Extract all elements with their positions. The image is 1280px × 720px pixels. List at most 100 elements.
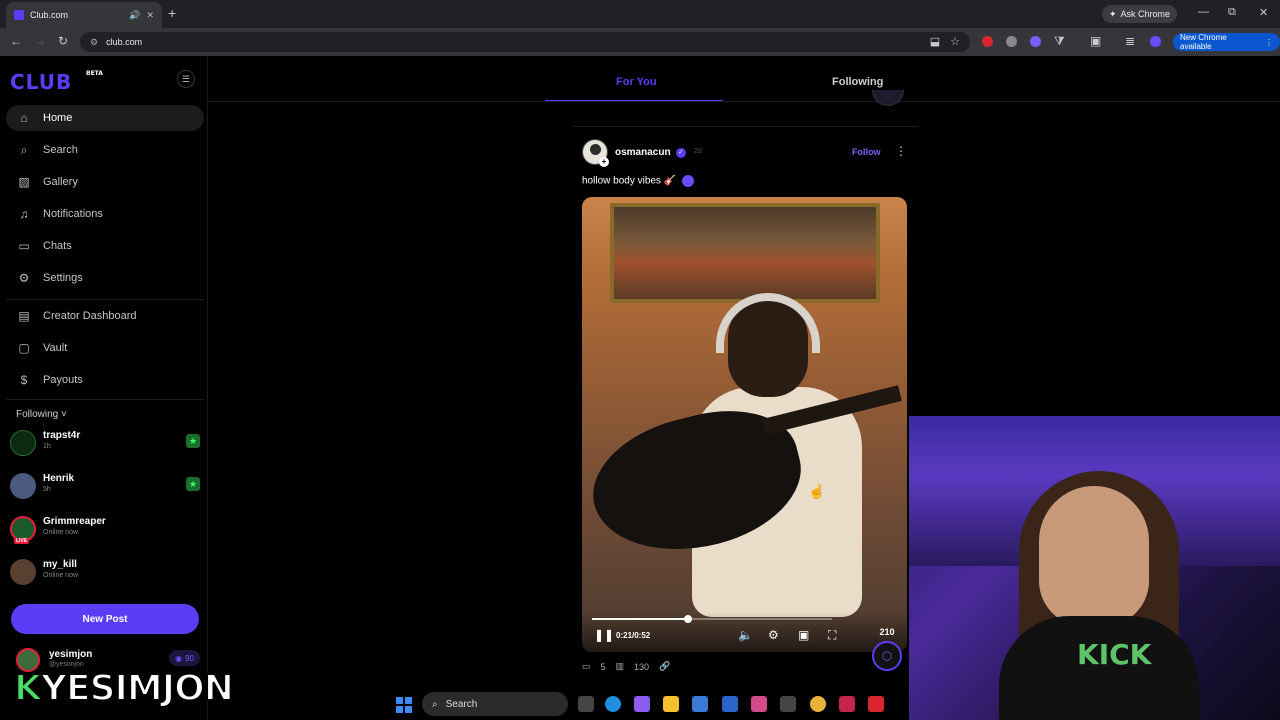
back-icon[interactable]: ← <box>10 34 22 48</box>
like-bubble[interactable]: 210 ⬡ <box>869 627 905 671</box>
nav-label: Payouts <box>43 374 83 386</box>
club-favicon <box>14 10 24 20</box>
post-author-name[interactable]: osmanacun <box>615 147 671 158</box>
points-badge[interactable]: ◉ 90 <box>169 650 200 666</box>
address-bar[interactable]: ⚙ club.com ⬓ ☆ <box>80 32 970 52</box>
settings-gear-icon[interactable]: ⚙ <box>768 628 779 642</box>
nav-home[interactable]: ⌂ Home <box>6 105 204 131</box>
post-video[interactable]: ☝ ❚❚ 0:21/0:52 🔈 ⚙ ▣ ⛶ <box>582 197 907 652</box>
reading-list-icon[interactable]: ≣ <box>1125 34 1135 48</box>
dashboard-icon: ▤ <box>18 309 30 323</box>
store-icon[interactable] <box>692 696 708 712</box>
following-user-henrik[interactable]: Henrik 5h ★ <box>10 469 200 505</box>
sidepanel-icon[interactable]: ▣ <box>1090 34 1101 48</box>
nav-chats[interactable]: ▭ Chats <box>6 233 204 259</box>
ask-chrome-button[interactable]: ✦ Ask Chrome <box>1102 5 1178 23</box>
kebab-menu-icon: ⋮ <box>1265 37 1273 47</box>
nav-label: Chats <box>43 240 72 252</box>
fullscreen-icon[interactable]: ⛶ <box>828 628 836 643</box>
new-chrome-available-button[interactable]: New Chrome available ⋮ <box>1173 33 1280 51</box>
office-icon[interactable] <box>751 696 767 712</box>
webcam-face <box>1039 486 1149 626</box>
windows-taskbar: ⌕ Search <box>0 688 909 720</box>
streamer-webcam: KICK <box>909 416 1280 720</box>
tab-audio-icon[interactable]: 🔊 <box>129 10 140 21</box>
tab-for-you[interactable]: For You <box>616 76 657 88</box>
app-icon[interactable] <box>780 696 796 712</box>
nav-vault[interactable]: ▢ Vault <box>6 335 204 361</box>
forward-icon[interactable]: → <box>34 34 46 48</box>
following-user-status: 5h <box>43 486 51 493</box>
bookmark-star-icon[interactable]: ☆ <box>950 35 960 48</box>
following-section-toggle[interactable]: Following ˅ <box>16 409 67 420</box>
following-user-status: Online now <box>43 572 79 579</box>
nav-label: Creator Dashboard <box>43 310 137 322</box>
windows-start-icon[interactable] <box>396 697 412 713</box>
site-info-icon[interactable]: ⚙ <box>90 37 98 48</box>
share-link-icon[interactable]: 🔗 <box>659 661 670 672</box>
video-time: 0:21/0:52 <box>616 631 651 640</box>
chrome-icon[interactable] <box>810 696 826 712</box>
following-user-my-kill[interactable]: my_kill Online now <box>10 555 200 591</box>
tab-close-icon[interactable]: ✕ <box>146 10 154 21</box>
new-tab-button[interactable]: + <box>168 5 176 21</box>
extension-red-icon[interactable] <box>982 36 993 47</box>
tabs-divider <box>208 101 1280 102</box>
comment-icon[interactable]: ▭ <box>582 661 591 672</box>
hand-cursor-icon: ☝ <box>808 483 826 499</box>
nav-label: Vault <box>43 342 68 354</box>
picture-in-picture-icon[interactable]: ▣ <box>798 628 809 642</box>
star-badge-icon: ★ <box>186 434 200 448</box>
tab-title: Club.com <box>30 10 69 20</box>
more-options-icon[interactable]: ⋮ <box>895 144 907 158</box>
volume-icon[interactable]: 🔈 <box>738 628 753 642</box>
following-user-trapst4r[interactable]: trapst4r 1h ★ <box>10 426 200 462</box>
mail-icon[interactable] <box>722 696 738 712</box>
follow-button[interactable]: Follow <box>852 147 881 157</box>
video-progress-knob[interactable] <box>684 615 692 623</box>
following-user-grimmreaper[interactable]: LIVE Grimmreaper Online now <box>10 512 200 548</box>
current-user-card[interactable]: yesimjon @yesimjon ◉ 90 <box>16 646 202 672</box>
pause-icon[interactable]: ❚❚ <box>594 628 614 642</box>
following-user-name: my_kill <box>43 559 77 570</box>
club-logo[interactable]: CLUB BETA <box>10 70 103 94</box>
nav-search[interactable]: ⌕ Search <box>6 137 204 163</box>
plus-icon[interactable]: + <box>599 157 609 167</box>
tab-following[interactable]: Following <box>832 76 883 88</box>
menu-toggle-icon[interactable]: ☰ <box>177 70 195 88</box>
recording-app-icon[interactable] <box>868 696 884 712</box>
browser-tab[interactable]: Club.com 🔊 ✕ <box>6 2 162 28</box>
nav-label: Gallery <box>43 176 78 188</box>
nav-creator-dashboard[interactable]: ▤ Creator Dashboard <box>6 303 204 329</box>
maps-pin-icon[interactable] <box>839 696 855 712</box>
nav-gallery[interactable]: ▨ Gallery <box>6 169 204 195</box>
video-progress-fill <box>592 618 688 620</box>
nav-notifications[interactable]: ♫ Notifications <box>6 201 204 227</box>
install-app-icon[interactable]: ⬓ <box>930 35 940 48</box>
avatar <box>10 559 36 585</box>
edge-icon[interactable] <box>605 696 621 712</box>
extension-purple-icon[interactable] <box>1030 36 1041 47</box>
following-user-name: trapst4r <box>43 430 81 441</box>
nav-payouts[interactable]: $ Payouts <box>6 367 204 393</box>
copilot-icon[interactable] <box>634 696 650 712</box>
profile-avatar-icon[interactable] <box>1150 36 1161 47</box>
logo-text: CLUB <box>10 70 73 94</box>
video-progress-bar[interactable] <box>592 615 832 623</box>
new-post-button[interactable]: New Post <box>11 604 199 634</box>
feed-tabs: For You Following <box>545 62 917 102</box>
like-count: 210 <box>879 627 895 637</box>
taskbar-search-label: Search <box>445 698 478 710</box>
extension-grey-icon[interactable] <box>1006 36 1017 47</box>
restore-button[interactable]: ⧉ <box>1228 6 1236 19</box>
chevron-down-icon: ˅ <box>61 409 67 420</box>
minimize-button[interactable]: — <box>1198 6 1209 18</box>
url-text: club.com <box>106 37 143 47</box>
nav-settings[interactable]: ⚙ Settings <box>6 265 204 291</box>
reload-icon[interactable]: ↻ <box>58 34 68 48</box>
taskbar-search[interactable]: ⌕ Search <box>422 692 568 716</box>
file-explorer-icon[interactable] <box>663 696 679 712</box>
extensions-puzzle-icon[interactable]: ⧩ <box>1054 34 1065 49</box>
close-window-button[interactable]: ✕ <box>1259 6 1268 19</box>
task-view-icon[interactable] <box>578 696 594 712</box>
